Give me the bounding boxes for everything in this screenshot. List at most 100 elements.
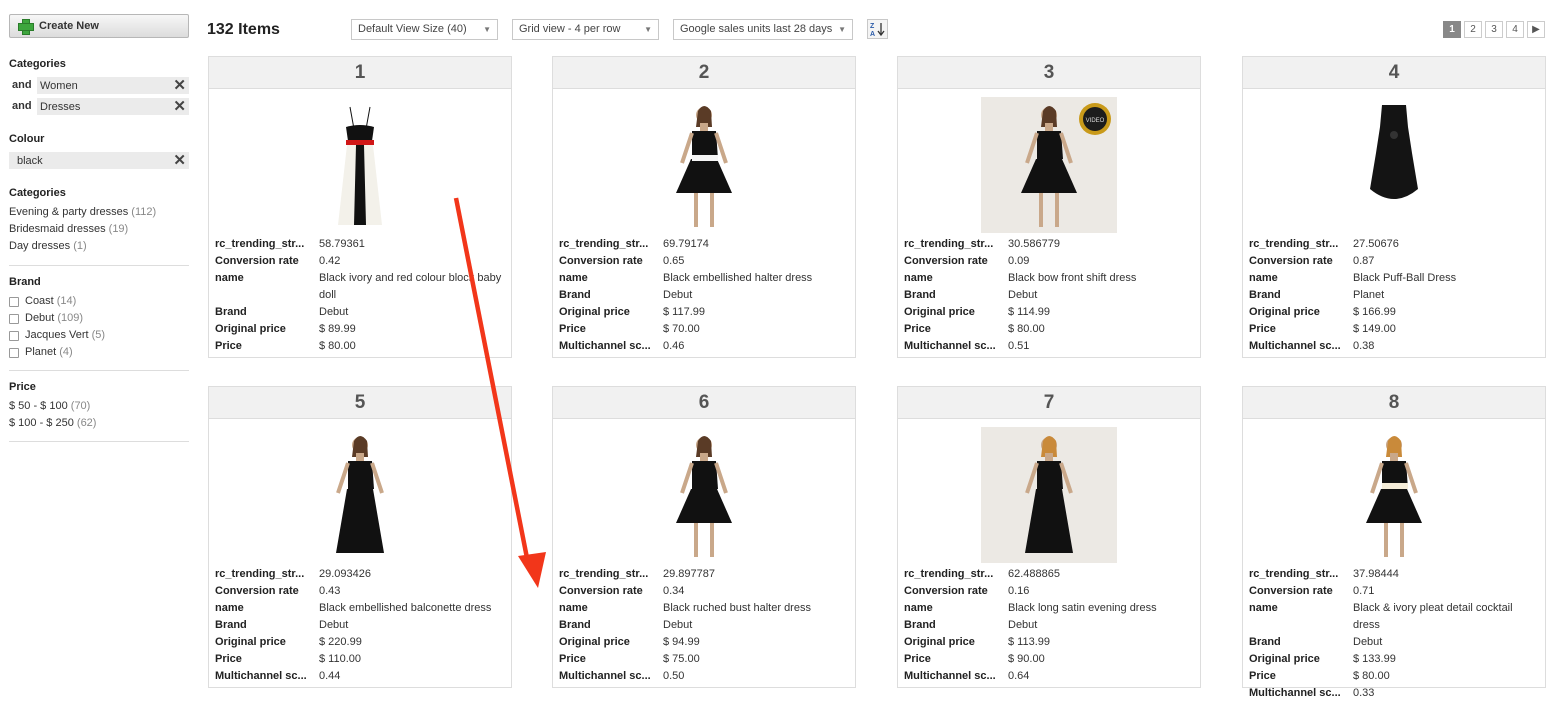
attr-value: 29.093426 <box>319 568 371 580</box>
attr-label: rc_trending_str... <box>904 238 994 250</box>
attr-row-conversion: Conversion rate 0.43 <box>215 583 505 600</box>
attr-label: Brand <box>559 619 591 631</box>
attr-row-multichannel: Multichannel sc... 0.51 <box>904 338 1194 355</box>
sort-z-a-icon[interactable]: Z A <box>867 19 888 39</box>
attr-label: rc_trending_str... <box>559 238 649 250</box>
attr-label: Price <box>559 323 586 335</box>
product-card-3[interactable]: 3 VIDEO rc_trending_str... 30.586779 Conve… <box>897 56 1201 358</box>
attr-value: 0.34 <box>663 585 685 597</box>
facet-count: (62) <box>76 417 97 429</box>
attr-label: rc_trending_str... <box>904 568 994 580</box>
dress-photo <box>636 97 772 233</box>
page-button-1[interactable]: 1 <box>1443 21 1461 38</box>
attr-label: name <box>215 272 244 284</box>
product-attributes: rc_trending_str... 69.79174 Conversion rat… <box>553 233 855 360</box>
attr-value: $ 133.99 <box>1353 653 1396 665</box>
view-size-select[interactable]: Default View Size (40) ▼ <box>351 19 498 40</box>
attr-label: Brand <box>904 289 936 301</box>
attr-label: Original price <box>559 306 630 318</box>
facet-link-bridesmaid[interactable]: Bridesmaid dresses (19) <box>9 221 189 238</box>
product-image[interactable] <box>981 427 1117 563</box>
attr-value: Black bow front shift dress <box>1008 272 1137 284</box>
facet-link-evening-party[interactable]: Evening & party dresses (112) <box>9 204 189 221</box>
product-image[interactable] <box>1326 427 1462 563</box>
attr-label: name <box>904 272 933 284</box>
attr-row-original-price: Original price $ 166.99 <box>1249 304 1539 321</box>
brand-count: (14) <box>56 295 77 307</box>
product-image[interactable] <box>636 427 772 563</box>
page-button-2[interactable]: 2 <box>1464 21 1482 38</box>
brand-label: Jacques Vert <box>25 329 89 341</box>
attr-label: Multichannel sc... <box>559 670 651 682</box>
brand-option-coast[interactable]: Coast (14) <box>9 293 189 310</box>
remove-filter-icon[interactable]: ✕ <box>173 98 186 115</box>
attr-row-original-price: Original price $ 220.99 <box>215 634 505 651</box>
attr-label: Conversion rate <box>1249 585 1333 597</box>
attr-value: Black embellished halter dress <box>663 272 813 284</box>
facet-link-day-dresses[interactable]: Day dresses (1) <box>9 238 189 255</box>
sort-z-a-glyph: Z A <box>870 23 885 38</box>
product-card-6[interactable]: 6 rc_trending_str... 29.897787 Conversion … <box>552 386 856 688</box>
attr-label: Brand <box>904 619 936 631</box>
attr-value: $ 220.99 <box>319 636 362 648</box>
product-card-1[interactable]: 1 rc_trending_str... 58.79361 Conversion r… <box>208 56 512 358</box>
attr-row-price: Price $ 80.00 <box>1249 668 1539 685</box>
brand-option-jacques-vert[interactable]: Jacques Vert (5) <box>9 327 189 344</box>
attr-row-conversion: Conversion rate 0.71 <box>1249 583 1539 600</box>
page-button-3[interactable]: 3 <box>1485 21 1503 38</box>
product-image[interactable] <box>636 97 772 233</box>
product-card-7[interactable]: 7 rc_trending_str... 62.488865 Conversion … <box>897 386 1201 688</box>
dress-photo: VIDEO <box>981 97 1117 233</box>
product-card-5[interactable]: 5 rc_trending_str... 29.093426 Conversion … <box>208 386 512 688</box>
attr-row-brand: Brand Debut <box>904 287 1194 304</box>
facet-link-price-100-250[interactable]: $ 100 - $ 250 (62) <box>9 415 189 432</box>
brand-checkbox[interactable] <box>9 313 19 324</box>
attr-row-multichannel: Multichannel sc... 0.64 <box>904 668 1194 685</box>
attr-value: 0.09 <box>1008 255 1030 267</box>
facet-link-price-50-100[interactable]: $ 50 - $ 100 (70) <box>9 398 189 415</box>
attr-label: Original price <box>1249 653 1320 665</box>
attr-row-name: name Black embellished halter dress <box>559 270 849 287</box>
attr-row-trending: rc_trending_str... 69.79174 <box>559 236 849 253</box>
attr-label: Conversion rate <box>559 255 643 267</box>
attr-row-conversion: Conversion rate 0.09 <box>904 253 1194 270</box>
product-image[interactable] <box>292 97 428 233</box>
remove-filter-icon[interactable]: ✕ <box>173 77 186 94</box>
attr-row-name: name Black long satin evening dress <box>904 600 1194 617</box>
product-card-2[interactable]: 2 rc_trending_str... 69.79174 Conversion r… <box>552 56 856 358</box>
grid-view-select[interactable]: Grid view - 4 per row ▼ <box>512 19 659 40</box>
product-rank: 4 <box>1243 57 1545 89</box>
attr-label: Conversion rate <box>215 585 299 597</box>
brand-checkbox[interactable] <box>9 347 19 358</box>
attr-label: Brand <box>1249 636 1281 648</box>
attr-row-name: name Black & ivory pleat detail cocktail … <box>1249 600 1539 634</box>
page-button-4[interactable]: 4 <box>1506 21 1524 38</box>
attr-label: rc_trending_str... <box>559 568 649 580</box>
next-page-icon[interactable]: ▶ <box>1527 21 1545 38</box>
attr-value: $ 113.99 <box>1008 636 1051 648</box>
attr-label: Price <box>904 323 931 335</box>
attr-value: 0.38 <box>1353 340 1375 352</box>
product-card-8[interactable]: 8 rc_trending_str... 37.98444 Conversion r… <box>1242 386 1546 699</box>
active-categories-heading: Categories <box>9 58 66 70</box>
product-image[interactable]: VIDEO <box>981 97 1117 233</box>
dress-photo <box>1326 427 1462 563</box>
attr-row-trending: rc_trending_str... 29.897787 <box>559 566 849 583</box>
brand-checkbox[interactable] <box>9 330 19 341</box>
product-image[interactable] <box>292 427 428 563</box>
facet-label: $ 50 - $ 100 <box>9 400 68 412</box>
remove-filter-icon[interactable]: ✕ <box>173 152 186 169</box>
attr-value: 0.65 <box>663 255 685 267</box>
product-image[interactable] <box>1326 97 1462 233</box>
attr-value: $ 80.00 <box>1008 323 1045 335</box>
brand-checkbox[interactable] <box>9 296 19 307</box>
sort-by-select[interactable]: Google sales units last 28 days ▼ <box>673 19 853 40</box>
filter-chip-women: and Women ✕ <box>9 77 189 94</box>
attr-label: Original price <box>904 636 975 648</box>
attr-value: Black & ivory pleat detail cocktail dres… <box>1353 602 1513 631</box>
brand-option-debut[interactable]: Debut (109) <box>9 310 189 327</box>
attr-value: Debut <box>1353 636 1383 648</box>
product-card-4[interactable]: 4 rc_trending_str... 27.50676 Conversion r… <box>1242 56 1546 358</box>
create-new-button[interactable]: Create New <box>9 14 189 38</box>
brand-option-planet[interactable]: Planet (4) <box>9 344 189 361</box>
